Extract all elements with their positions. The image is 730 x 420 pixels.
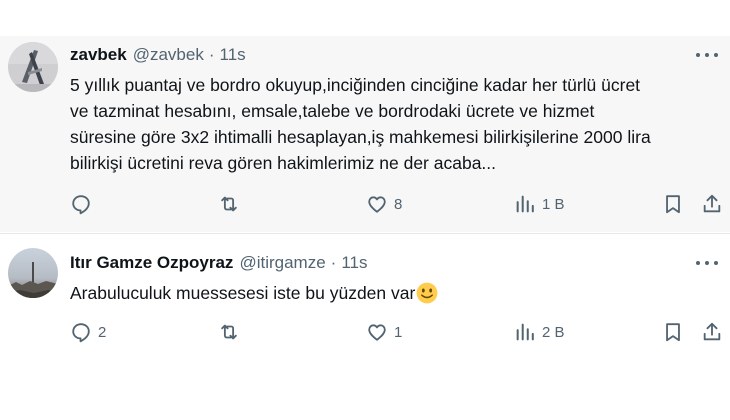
more-dots-icon [696,261,700,265]
author-handle[interactable]: @itirgamze [239,253,325,273]
like-count: 1 [394,323,403,341]
tweet-actions: 2 1 2 B [0,320,730,344]
heart-icon [368,196,386,213]
separator-dot: · [330,253,337,272]
author-handle[interactable]: @zavbek [133,45,204,65]
reply-button[interactable]: 2 [70,320,106,344]
share-button[interactable] [701,192,723,216]
share-icon [703,194,721,213]
avatar-image [8,248,58,298]
like-button[interactable]: 1 [366,320,402,344]
bookmark-button[interactable] [662,320,684,344]
slightly-smiling-face-icon [416,282,438,304]
author-name[interactable]: zavbek [70,45,127,65]
more-options-button[interactable] [696,255,718,271]
tweet-text: Arabuluculuk muessesesi iste bu yüzden v… [70,280,725,306]
like-count: 8 [394,195,403,213]
like-button[interactable]: 8 [366,192,402,216]
retweet-icon [221,324,237,340]
tweet-actions: 8 1 B [0,192,730,216]
views-chart-icon [516,195,534,213]
tweet-header: zavbek @zavbek · 11s [70,43,246,67]
tweet[interactable]: zavbek @zavbek · 11s 5 yıllık puantaj ve… [0,36,730,232]
bookmark-icon [666,195,680,214]
avatar[interactable] [8,42,58,92]
share-button[interactable] [701,320,723,344]
tweet-text-content: Arabuluculuk muessesesi iste bu yüzden v… [70,283,416,303]
timestamp[interactable]: 11s [341,253,367,273]
avatar-image [8,42,58,92]
tweet-text-line: Arabuluculuk muessesesi iste bu yüzden v… [70,280,725,306]
tweet-text-line: 5 yıllık puantaj ve bordro okuyup,inciği… [70,75,641,95]
tweet-text-line: bilirkişi ücretini reva gören hakimlerim… [70,153,497,173]
reply-count: 2 [98,323,107,341]
bookmark-icon [666,323,680,342]
avatar[interactable] [8,248,58,298]
heart-icon [368,324,386,341]
tweet-text-line: ve tazminat hesabını, emsale,talebe ve b… [70,101,595,121]
views-count: 1 B [542,195,565,213]
reply-button[interactable] [70,192,98,216]
retweet-icon [221,196,237,212]
reply-icon [72,195,90,215]
tweet[interactable]: Itır Gamze Ozpoyraz @itirgamze · 11s Ara… [0,233,730,353]
views-button[interactable]: 2 B [514,320,565,344]
author-name[interactable]: Itır Gamze Ozpoyraz [70,253,233,273]
tweet-text: 5 yıllık puantaj ve bordro okuyup,inciği… [70,72,725,176]
views-button[interactable]: 1 B [514,192,565,216]
bookmark-button[interactable] [662,192,684,216]
more-dots-icon [696,53,700,57]
tweet-header: Itır Gamze Ozpoyraz @itirgamze · 11s [70,251,368,275]
views-count: 2 B [542,323,565,341]
retweet-button[interactable] [218,320,246,344]
retweet-button[interactable] [218,192,246,216]
reply-icon [72,323,90,343]
share-icon [703,322,721,341]
tweet-text-line: süresine göre 3x2 ihtimalli hesaplayan,i… [70,127,651,147]
separator-dot: · [208,45,215,64]
timestamp[interactable]: 11s [220,45,246,65]
more-options-button[interactable] [696,47,718,63]
views-chart-icon [516,323,534,341]
